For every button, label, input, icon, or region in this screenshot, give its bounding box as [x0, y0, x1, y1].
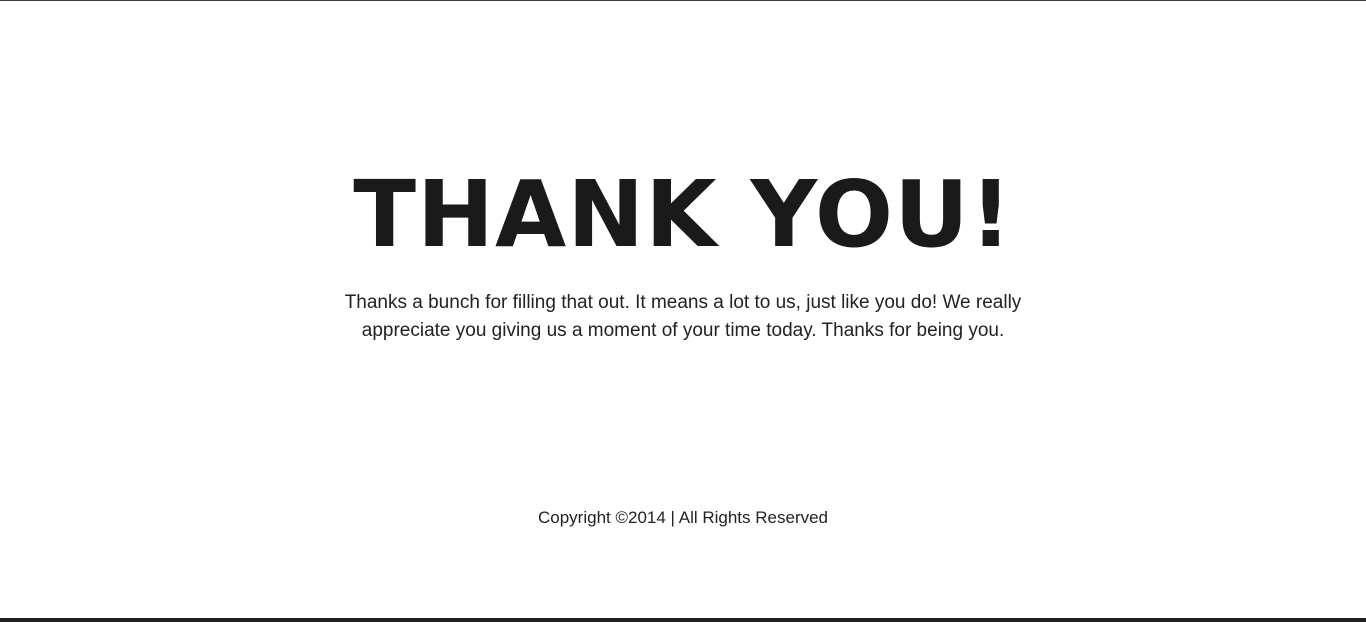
thank-you-message: Thanks a bunch for filling that out. It … [344, 292, 1022, 341]
copyright-footer: Copyright ©2014 | All Rights Reserved [537, 508, 829, 527]
bottom-border [0, 618, 1366, 622]
thank-you-headline: THANK YOU! [353, 161, 1013, 268]
top-border [0, 0, 1366, 1]
